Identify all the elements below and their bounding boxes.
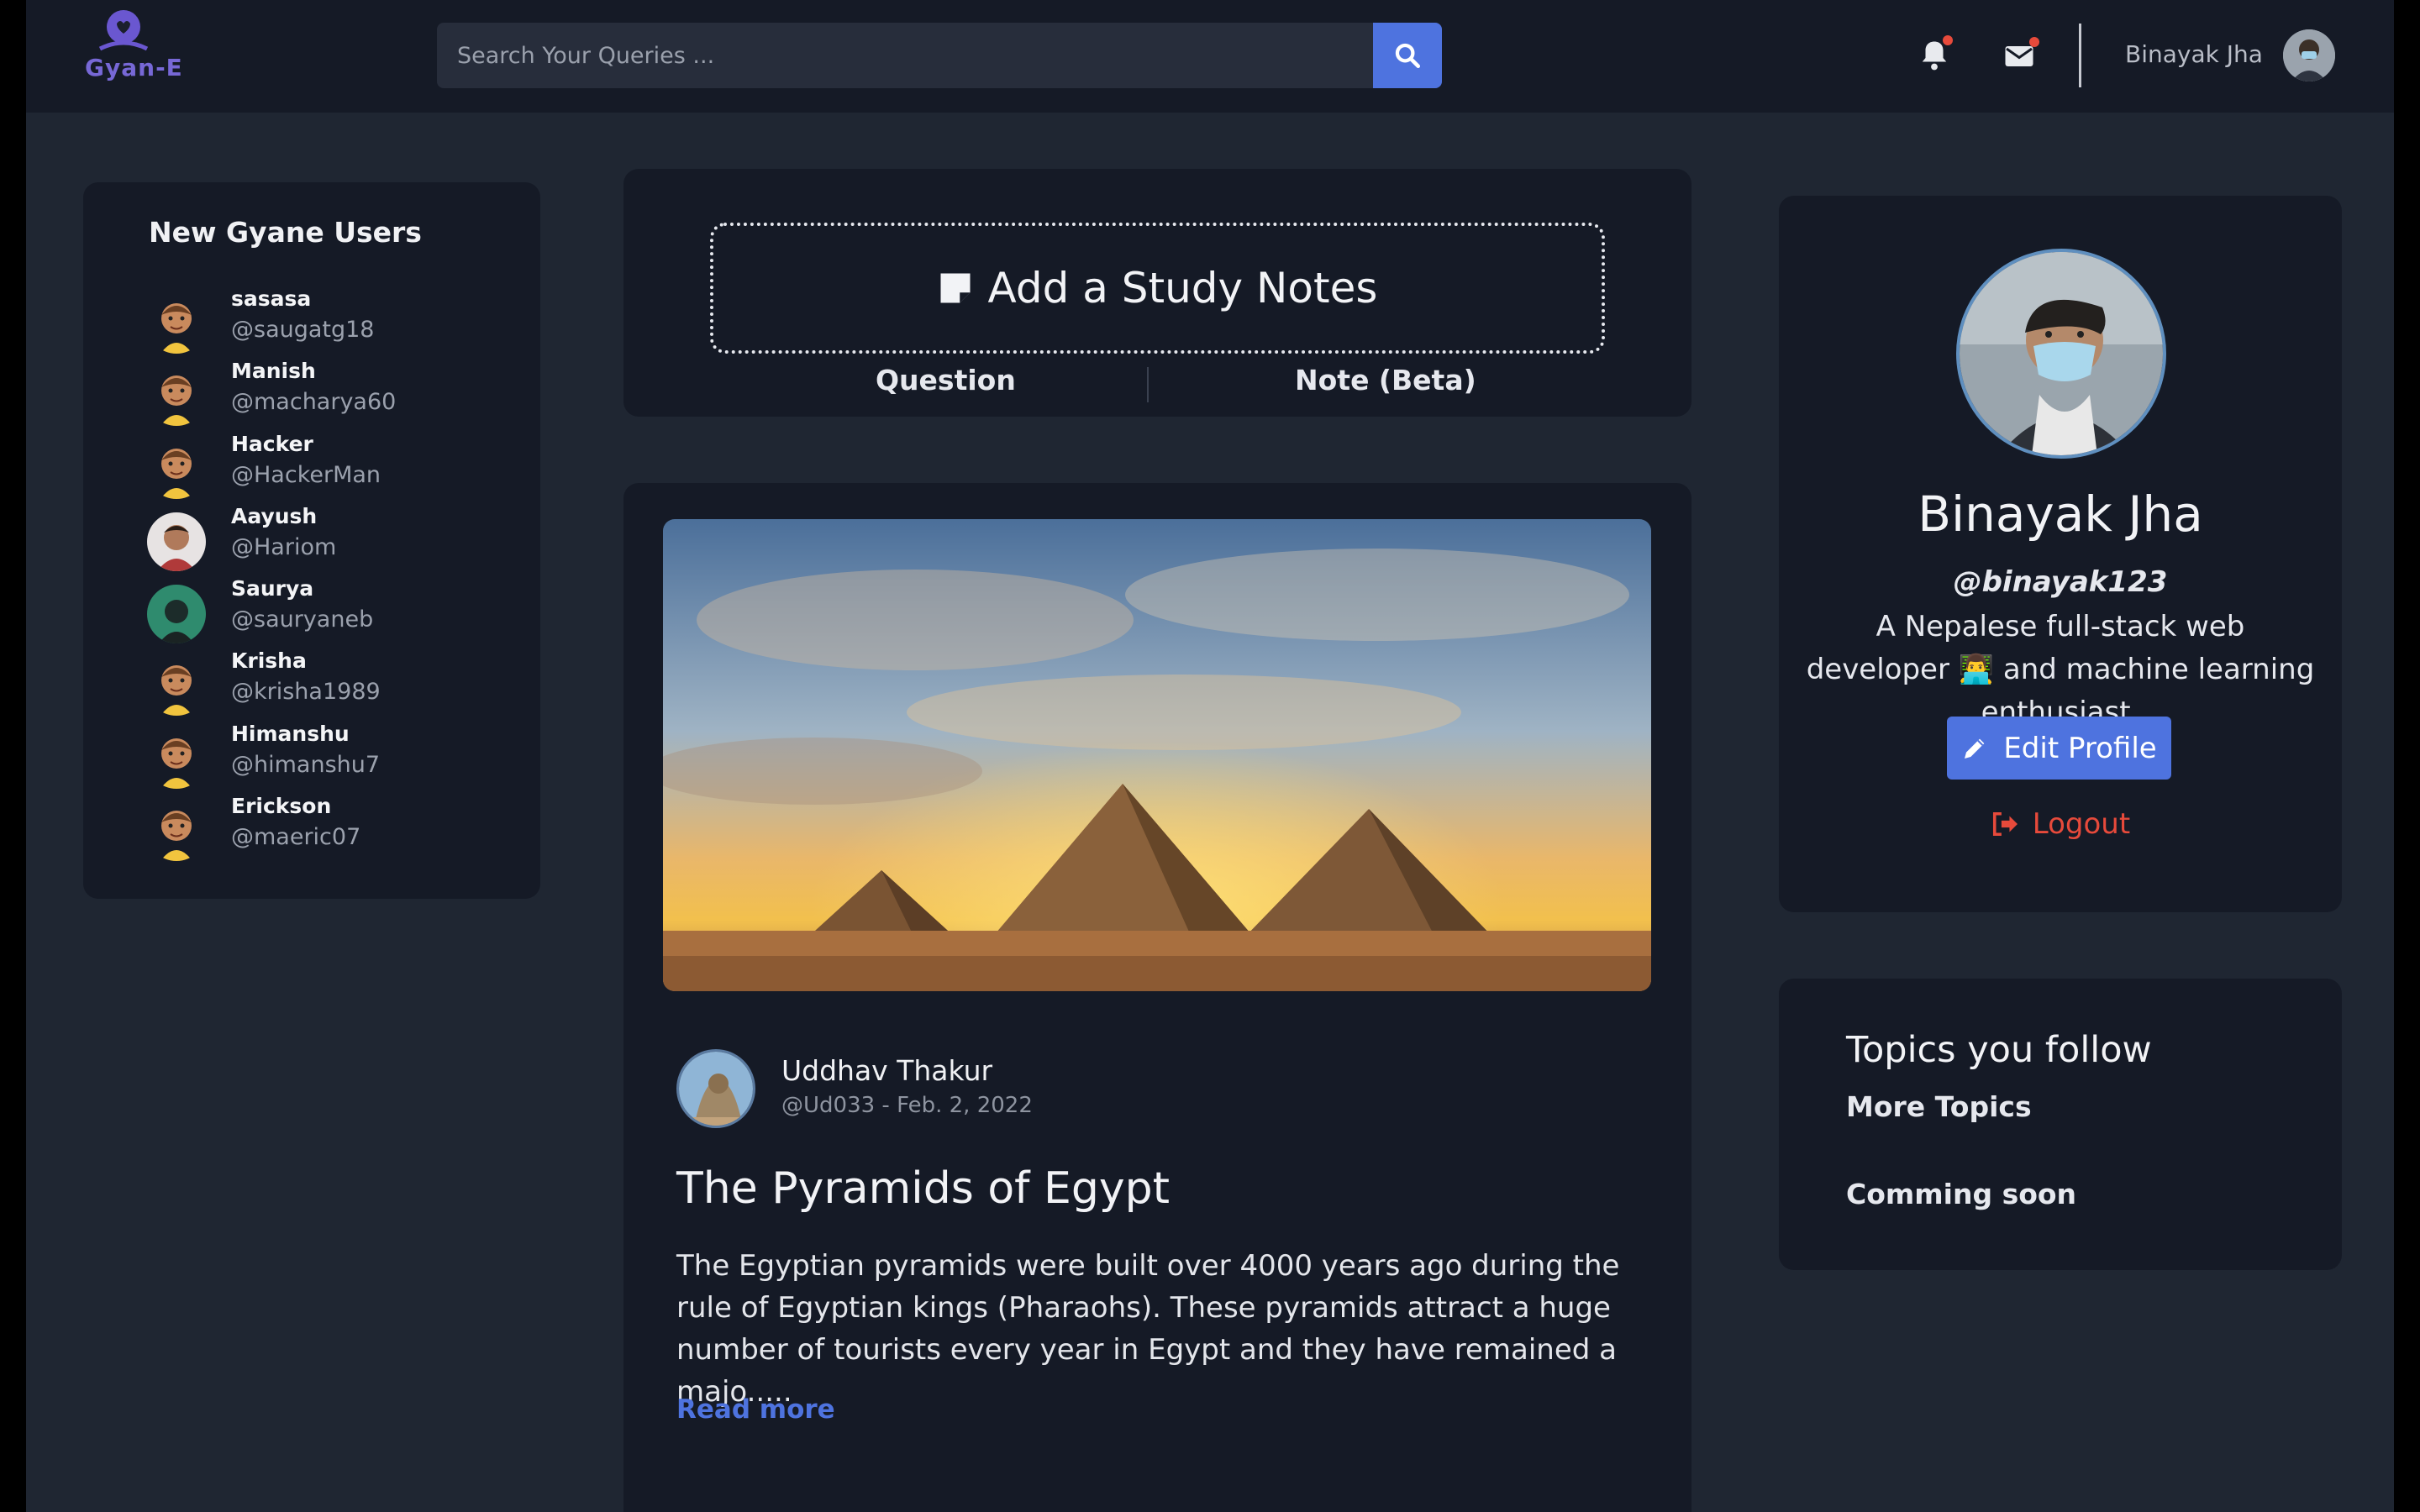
tab-divider bbox=[1147, 367, 1149, 402]
profile-name: Binayak Jha bbox=[1918, 486, 2203, 543]
user-handle: @krisha1989 bbox=[231, 679, 381, 705]
search-button[interactable] bbox=[1373, 23, 1442, 88]
search-input[interactable] bbox=[437, 23, 1344, 88]
post-excerpt: The Egyptian pyramids were built over 40… bbox=[676, 1249, 1620, 1409]
user-item[interactable]: sasasa @saugatg18 bbox=[147, 286, 517, 359]
search-icon bbox=[1395, 43, 1421, 69]
pencil-icon bbox=[1965, 738, 1985, 759]
tab-question[interactable]: Question bbox=[876, 364, 1016, 396]
users-card-title: New Gyane Users bbox=[149, 216, 422, 249]
sign-out-icon bbox=[1992, 811, 2018, 837]
user-handle: @Hariom bbox=[231, 534, 337, 560]
edit-profile-label: Edit Profile bbox=[2003, 731, 2157, 765]
author-name[interactable]: Uddhav Thakur bbox=[781, 1054, 992, 1087]
photo-avatar bbox=[147, 585, 206, 643]
coming-soon-text: Comming soon bbox=[1846, 1178, 2077, 1210]
read-more-link[interactable]: Read more bbox=[676, 1394, 835, 1425]
logo-text[interactable]: Gyan-E bbox=[85, 54, 183, 81]
user-item[interactable]: Erickson @maeric07 bbox=[147, 794, 517, 866]
topics-card: Topics you follow More Topics Comming so… bbox=[1779, 979, 2342, 1270]
memoji-avatar bbox=[147, 295, 206, 354]
envelope-icon bbox=[2005, 46, 2033, 66]
memoji-avatar bbox=[147, 367, 206, 426]
user-name: Manish bbox=[231, 359, 316, 383]
author-meta: @Ud033 - Feb. 2, 2022 bbox=[781, 1093, 1033, 1118]
app-frame: Gyan-E Binayak Jha bbox=[26, 0, 2394, 1512]
new-users-card: New Gyane Users sasasa @saugatg18 Manish… bbox=[83, 182, 540, 899]
user-handle: @sauryaneb bbox=[231, 606, 374, 633]
compose-label: Add a Study Notes bbox=[987, 264, 1378, 312]
notifications-button[interactable] bbox=[1919, 35, 1953, 72]
user-handle: @macharya60 bbox=[231, 389, 397, 415]
user-name: Aayush bbox=[231, 504, 318, 528]
topics-title: Topics you follow bbox=[1846, 1029, 2152, 1071]
profile-card: Binayak Jha @binayak123 A Nepalese full-… bbox=[1779, 196, 2342, 912]
memoji-avatar bbox=[147, 730, 206, 789]
user-name: Saurya bbox=[231, 576, 314, 601]
message-badge bbox=[2029, 37, 2039, 47]
profile-bio: A Nepalese full-stack web developer 👨‍💻 … bbox=[1806, 610, 2315, 729]
user-item[interactable]: Himanshu @himanshu7 bbox=[147, 722, 517, 794]
notification-badge bbox=[1943, 35, 1953, 45]
nav-avatar[interactable] bbox=[2283, 29, 2335, 81]
user-name: sasasa bbox=[231, 286, 312, 311]
user-handle: @saugatg18 bbox=[231, 317, 375, 343]
profile-avatar[interactable] bbox=[1956, 249, 2166, 459]
post-title[interactable]: The Pyramids of Egypt bbox=[676, 1163, 1170, 1214]
top-navbar: Gyan-E Binayak Jha bbox=[26, 0, 2394, 113]
user-name: Himanshu bbox=[231, 722, 350, 746]
more-topics-link[interactable]: More Topics bbox=[1846, 1090, 2032, 1123]
user-item[interactable]: Hacker @HackerMan bbox=[147, 432, 517, 504]
user-photo-icon bbox=[2283, 29, 2335, 81]
tab-note[interactable]: Note (Beta) bbox=[1295, 364, 1476, 396]
memoji-avatar bbox=[147, 802, 206, 861]
user-name: Hacker bbox=[231, 432, 313, 456]
user-handle: @maeric07 bbox=[231, 824, 361, 850]
logout-link[interactable]: Logout bbox=[1779, 807, 2342, 841]
add-study-note-button[interactable]: Add a Study Notes bbox=[710, 223, 1605, 354]
user-item[interactable]: Krisha @krisha1989 bbox=[147, 648, 517, 721]
user-item[interactable]: Manish @macharya60 bbox=[147, 359, 517, 431]
search-bar bbox=[437, 23, 1442, 88]
nav-divider bbox=[2079, 24, 2081, 87]
post-image[interactable] bbox=[663, 519, 1651, 991]
photo-avatar bbox=[147, 512, 206, 571]
messages-button[interactable] bbox=[2004, 37, 2039, 72]
user-handle: @himanshu7 bbox=[231, 752, 381, 778]
user-name: Krisha bbox=[231, 648, 307, 673]
user-name: Erickson bbox=[231, 794, 332, 818]
nav-username[interactable]: Binayak Jha bbox=[2125, 40, 2263, 68]
post-card: Uddhav Thakur @Ud033 - Feb. 2, 2022 The … bbox=[623, 483, 1691, 1512]
author-avatar[interactable] bbox=[676, 1049, 755, 1128]
sticky-note-icon bbox=[940, 273, 971, 303]
compose-card: Add a Study Notes Question Note (Beta) bbox=[623, 169, 1691, 417]
user-item[interactable]: Aayush @Hariom bbox=[147, 504, 517, 576]
memoji-avatar bbox=[147, 657, 206, 716]
user-item[interactable]: Saurya @sauryaneb bbox=[147, 576, 517, 648]
memoji-avatar bbox=[147, 440, 206, 499]
user-handle: @HackerMan bbox=[231, 462, 381, 488]
logout-label: Logout bbox=[2032, 807, 2131, 841]
profile-handle: @binayak123 bbox=[1953, 565, 2168, 599]
edit-profile-button[interactable]: Edit Profile bbox=[1947, 717, 2171, 780]
